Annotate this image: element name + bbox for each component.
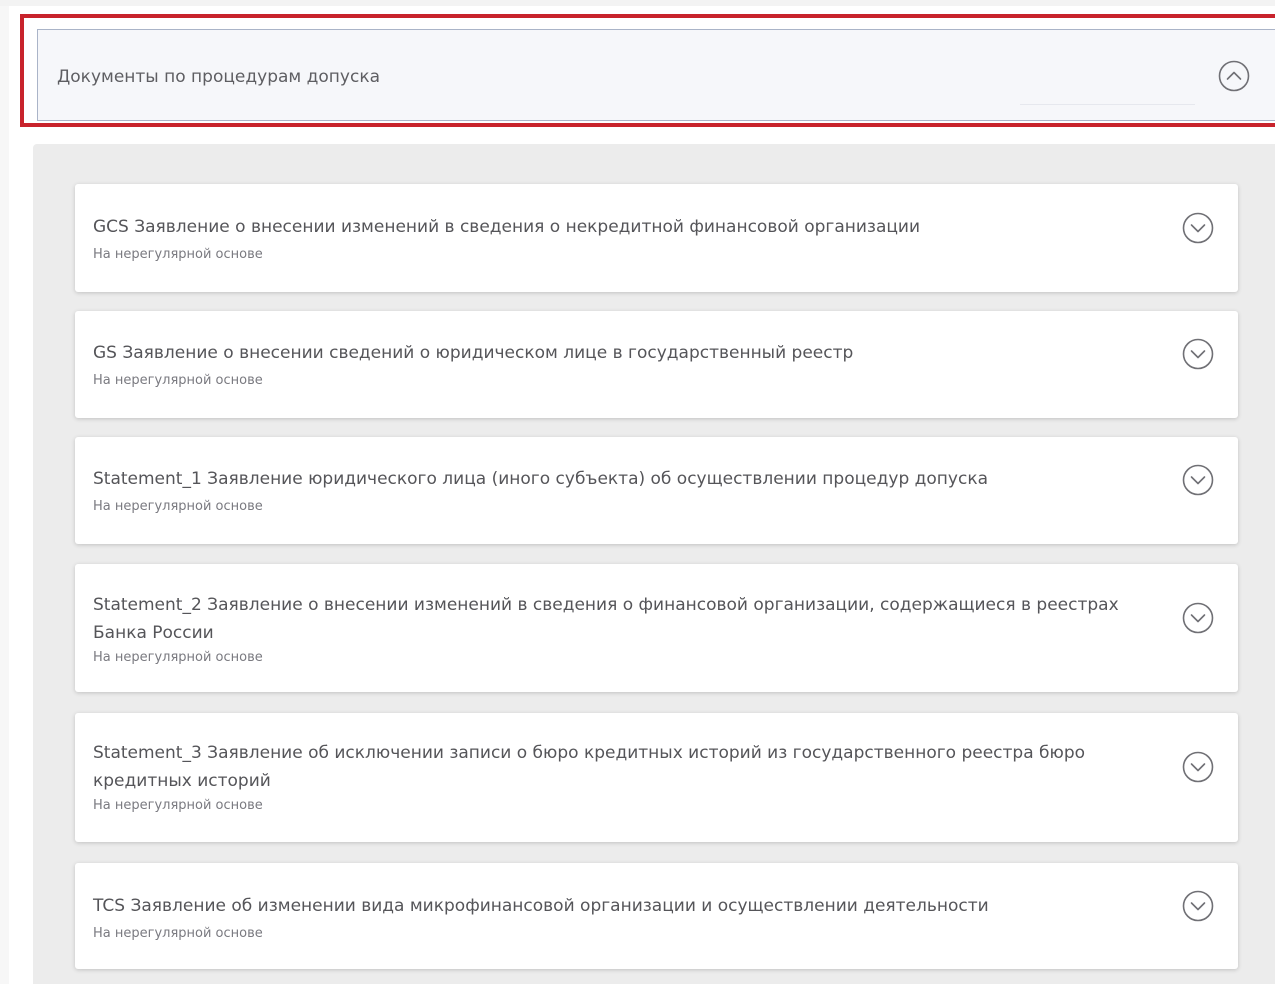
document-title: TCS Заявление об изменении вида микрофин… [93,896,989,916]
chevron-down-circle-icon[interactable] [1182,338,1214,370]
document-title: GCS Заявление о внесении изменений в све… [93,217,921,237]
document-card[interactable]: TCS Заявление об изменении вида микрофин… [75,863,1238,969]
page: Документы по процедурам допуска GCS Заяв… [0,0,1275,984]
document-card[interactable]: Statement_3 Заявление об исключении запи… [75,713,1238,842]
top-edge [0,0,1275,6]
document-card[interactable]: Statement_2 Заявление о внесении изменен… [75,564,1238,692]
document-frequency: На нерегулярной основе [93,373,263,388]
document-title: Statement_3 Заявление об исключении запи… [93,743,1086,791]
chevron-down-circle-icon[interactable] [1182,464,1214,496]
chevron-down-circle-icon[interactable] [1182,212,1214,244]
document-frequency: На нерегулярной основе [93,926,263,941]
document-frequency: На нерегулярной основе [93,499,263,514]
document-frequency: На нерегулярной основе [93,247,263,262]
chevron-up-circle-icon[interactable] [1218,60,1250,92]
chevron-down-circle-icon[interactable] [1182,602,1214,634]
document-card[interactable]: Statement_1 Заявление юридического лица … [75,437,1238,544]
section-header-admission-documents[interactable]: Документы по процедурам допуска [37,29,1275,121]
chevron-down-circle-icon[interactable] [1182,751,1214,783]
left-gutter [0,6,9,984]
section-title: Документы по процедурам допуска [57,67,381,87]
section-underline [1020,104,1195,105]
chevron-down-circle-icon[interactable] [1182,890,1214,922]
document-title: Statement_1 Заявление юридического лица … [93,469,989,489]
document-card[interactable]: GS Заявление о внесении сведений о юриди… [75,311,1238,418]
document-frequency: На нерегулярной основе [93,650,263,665]
document-frequency: На нерегулярной основе [93,798,263,813]
document-card[interactable]: GCS Заявление о внесении изменений в све… [75,184,1238,292]
document-title: GS Заявление о внесении сведений о юриди… [93,343,854,363]
document-title: Statement_2 Заявление о внесении изменен… [93,595,1119,643]
